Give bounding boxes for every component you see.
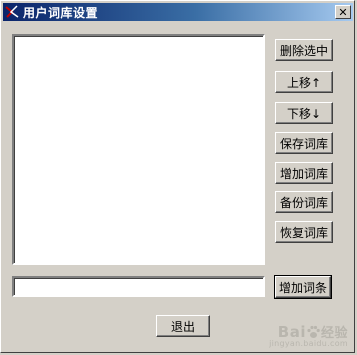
add-entry-button[interactable]: 增加词条 — [274, 275, 332, 299]
delete-selected-button[interactable]: 删除选中 — [275, 39, 333, 61]
title-bar[interactable]: 用户词库设置 ✕ — [3, 3, 353, 21]
move-up-button[interactable]: 上移↑ — [275, 71, 333, 93]
entry-input[interactable] — [12, 276, 265, 297]
watermark-url: jingyan.baidu.com — [269, 339, 348, 348]
watermark-logo-text: Bai — [277, 322, 306, 341]
lexicon-list[interactable] — [12, 34, 265, 265]
close-button[interactable]: ✕ — [335, 5, 351, 19]
exit-button[interactable]: 退出 — [156, 315, 210, 337]
window-title: 用户词库设置 — [23, 5, 99, 20]
restore-lexicon-button[interactable]: 恢复词库 — [275, 221, 333, 243]
paw-icon — [307, 325, 320, 339]
save-lexicon-button[interactable]: 保存词库 — [275, 132, 333, 154]
user-lexicon-settings-window: 用户词库设置 ✕ 删除选中 上移↑ 下移↓ 保存词库 增加词库 备份词库 恢复词… — [0, 0, 355, 353]
add-lexicon-button[interactable]: 增加词库 — [275, 162, 333, 184]
app-icon — [4, 4, 20, 20]
close-icon: ✕ — [338, 5, 348, 19]
watermark-logo-cn: 经验 — [320, 326, 348, 341]
watermark-logo: Bai 经验 — [277, 322, 348, 342]
backup-lexicon-button[interactable]: 备份词库 — [275, 191, 333, 213]
move-down-button[interactable]: 下移↓ — [275, 102, 333, 124]
baidu-watermark: Bai 经验 jingyan.baidu.com — [269, 322, 348, 349]
